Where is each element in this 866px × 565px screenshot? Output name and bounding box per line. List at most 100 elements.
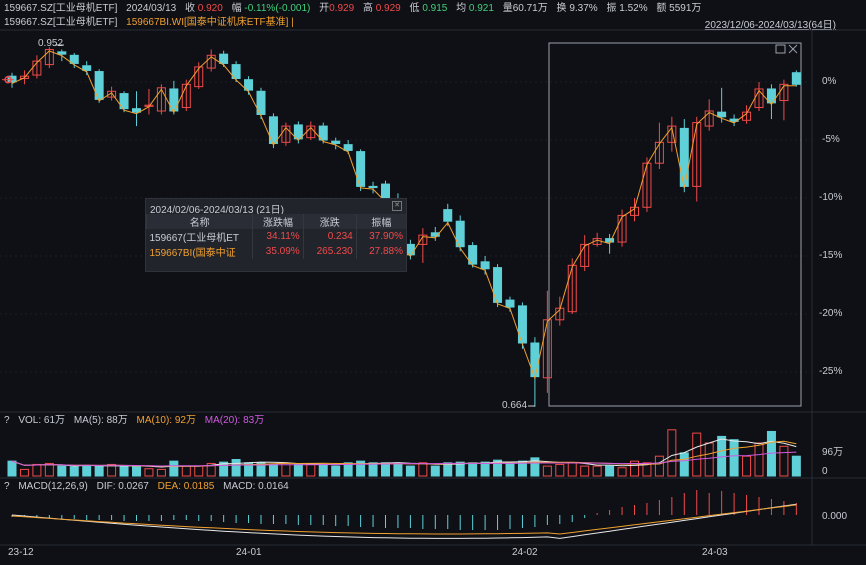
axis-label-15: -15% (819, 250, 843, 261)
volume-bar (567, 462, 577, 477)
vol-ma20: MA(20): 83万 (204, 415, 265, 426)
volume-bar (654, 455, 664, 477)
volume-bar (480, 461, 490, 477)
range-stats-popup: 2024/02/06-2024/03/13 (21日) ✕ 名称 涨跌幅 涨跌 … (145, 198, 407, 272)
volume-bar (742, 455, 752, 477)
macd-dea: DEA: 0.0185 (157, 481, 215, 492)
x-label-dec: 23-12 (8, 547, 34, 558)
axis-label-25: -25% (819, 366, 843, 377)
row-pct: 35.09% (252, 244, 304, 259)
volume-bar (505, 462, 515, 477)
axis-label-0: 0% (822, 76, 837, 87)
candle-body (331, 140, 341, 144)
volume-bar (231, 459, 241, 477)
x-label-jan: 24-01 (236, 547, 262, 558)
volume-bar (729, 439, 739, 477)
volume-bar (331, 465, 341, 477)
volume-bar (281, 462, 291, 477)
volume-bar (181, 465, 191, 477)
row-amp: 37.90% (355, 229, 406, 244)
volume-bar (704, 442, 714, 477)
volume-bar (779, 445, 789, 477)
candle-body (791, 72, 801, 85)
high-annotation: 0.952 (38, 38, 64, 49)
volume-bar (791, 455, 801, 477)
candle-body (480, 261, 490, 270)
axis-label-5: -5% (822, 134, 840, 145)
volume-bar (69, 466, 79, 477)
volume-bar (405, 465, 415, 477)
volume-bar (144, 468, 154, 477)
volume-bar (418, 462, 428, 477)
row-chg: 265.230 (302, 244, 357, 259)
candle-body (605, 238, 615, 243)
stats-table: 名称 涨跌幅 涨跌 振幅 159667(工业母机ET 34.11% 0.234 … (145, 214, 406, 259)
volume-bar (156, 468, 166, 477)
macd-axis: 0.000 (822, 511, 848, 522)
volume-bar (679, 452, 689, 477)
row-amp: 27.88% (355, 244, 406, 259)
volume-bar (132, 465, 141, 477)
help-icon[interactable]: ? (4, 481, 10, 492)
volume-bar (692, 432, 702, 477)
macd-label: MACD(12,26,9) (18, 481, 88, 492)
volume-bar (306, 463, 316, 477)
volume-bar (194, 465, 204, 477)
volume-bar (293, 463, 303, 477)
row-pct: 34.11% (252, 229, 304, 244)
volume-bar (605, 465, 615, 477)
vol-label: VOL: 61万 (18, 415, 66, 426)
volume-legend: ? VOL: 61万 MA(5): 88万 MA(10): 92万 MA(20)… (4, 414, 270, 428)
volume-bar (430, 465, 440, 477)
volume-bar (368, 462, 378, 477)
x-label-feb: 24-02 (512, 547, 538, 558)
candle-body (443, 209, 453, 222)
volume-bar (617, 467, 627, 477)
volume-bar (580, 465, 590, 477)
dea-line (11, 504, 797, 535)
macd-value: MACD: 0.0164 (223, 481, 289, 492)
volume-bar (542, 465, 552, 477)
volume-bar (169, 460, 179, 477)
vol-ma10: MA(10): 92万 (136, 415, 196, 426)
volume-bar (82, 465, 92, 477)
vol-ma-line-5 (11, 438, 797, 468)
candle-body (219, 53, 229, 64)
volume-bar (119, 465, 129, 477)
candle-body (368, 185, 378, 189)
volume-bar (19, 468, 29, 477)
candle-body (82, 65, 92, 71)
vol-axis-top: 96万 (822, 447, 844, 458)
vol-axis-zero: 0 (822, 466, 828, 477)
volume-bar (268, 463, 278, 477)
col-header: 涨跌 (302, 214, 357, 229)
volume-bar (555, 463, 565, 477)
candle-body (343, 144, 353, 151)
volume-bar (381, 462, 390, 477)
row-name: 159667BI(国泰中证 (149, 248, 236, 259)
close-icon[interactable]: ✕ (392, 201, 402, 211)
candle-body (717, 111, 727, 118)
volume-bar (94, 465, 104, 477)
col-header: 名称 (145, 214, 253, 229)
col-header: 涨跌幅 (252, 214, 304, 229)
help-icon[interactable]: ? (4, 415, 10, 426)
window-icon (775, 44, 786, 54)
axis-label-20: -20% (819, 308, 843, 319)
volume-bar (393, 462, 403, 477)
candle-body (57, 51, 67, 55)
volume-bar (57, 465, 67, 477)
volume-bar (667, 429, 677, 477)
volume-bar (592, 465, 602, 477)
row-name: 159667(工业母机ET (149, 233, 239, 244)
row-chg: 0.234 (302, 229, 357, 244)
volume-bar (7, 460, 17, 477)
axis-label-10: -10% (819, 192, 843, 203)
col-header: 振幅 (355, 214, 406, 229)
volume-bar (44, 462, 54, 477)
vol-ma5: MA(5): 88万 (73, 415, 128, 426)
volume-bar (32, 463, 42, 477)
volume-bar (754, 442, 764, 477)
candle-body (679, 127, 689, 187)
volume-bar (468, 462, 478, 477)
